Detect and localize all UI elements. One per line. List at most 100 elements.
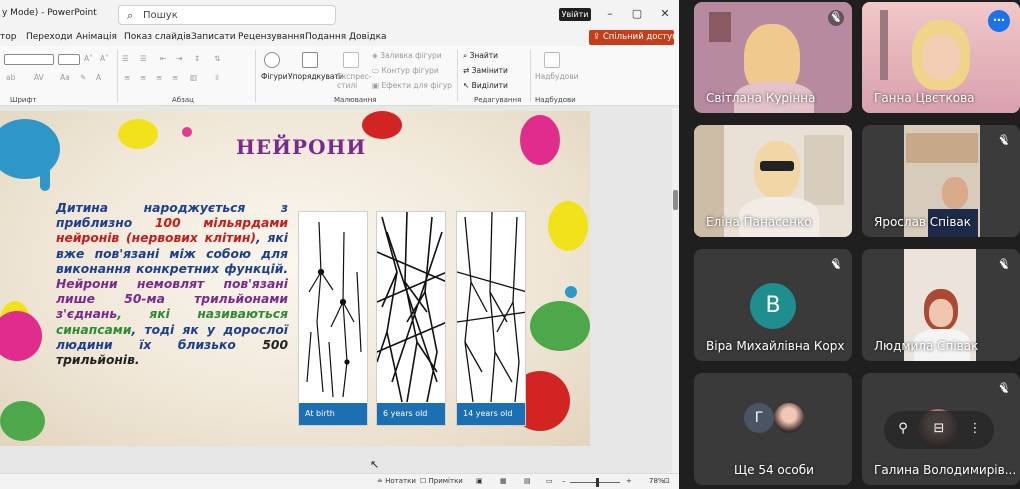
normal-view-icon[interactable]: ▣ bbox=[476, 477, 483, 485]
search-input[interactable]: ⌕ Пошук bbox=[118, 5, 336, 25]
line-spacing-icon[interactable]: ↕ bbox=[194, 54, 200, 63]
select-button[interactable]: ↖ Виділити bbox=[463, 81, 508, 90]
participant-video bbox=[804, 135, 844, 205]
highlight-icon[interactable]: ✎ bbox=[80, 73, 86, 82]
participant-tile[interactable]: 🎙 Світлана Курінна bbox=[694, 2, 852, 113]
scrollbar-thumb[interactable] bbox=[673, 190, 678, 210]
separator bbox=[457, 50, 458, 102]
align-left-icon[interactable]: ≡ bbox=[124, 73, 130, 82]
more-options-icon[interactable]: ⋯ bbox=[988, 10, 1010, 32]
find-button[interactable]: ⌕ Знайти bbox=[463, 51, 498, 61]
pin-icon[interactable]: ⚲ bbox=[894, 421, 912, 436]
drawing-group-label: Малювання bbox=[334, 96, 377, 104]
shrink-font-icon[interactable]: A˅ bbox=[100, 54, 109, 63]
strikethrough-icon[interactable]: ab bbox=[6, 73, 15, 82]
char-spacing-icon[interactable]: AV bbox=[34, 73, 44, 82]
more-participants-tile[interactable]: Г Ще 54 особи bbox=[694, 373, 852, 485]
text-direction-icon[interactable]: ⇅ bbox=[214, 54, 220, 63]
tab-slideshow[interactable]: Показ слайдів bbox=[124, 32, 191, 42]
shape-effects-button[interactable]: ▣ Ефекти для фігур bbox=[372, 81, 452, 90]
align-right-icon[interactable]: ≡ bbox=[156, 73, 162, 82]
columns-icon[interactable]: ▥ bbox=[190, 73, 197, 82]
bullets-icon[interactable]: ☰ bbox=[122, 54, 129, 63]
title-bar: y Mode) - PowerPoint ⌕ Пошук Увійти – ▢ … bbox=[0, 0, 679, 29]
mic-off-icon: 🎙 bbox=[828, 10, 844, 26]
sign-in-button[interactable]: Увійти bbox=[559, 8, 591, 21]
separator bbox=[255, 50, 256, 102]
participant-name: Ганна Цвєткова bbox=[874, 91, 975, 105]
decrease-indent-icon[interactable]: ⇤ bbox=[160, 54, 166, 63]
font-color-icon[interactable]: A bbox=[96, 73, 101, 82]
window-title: y Mode) - PowerPoint bbox=[2, 8, 97, 18]
shape-outline-label: Контур фігури bbox=[381, 66, 439, 75]
panel-caption: At birth bbox=[299, 403, 367, 425]
align-center-icon[interactable]: ≡ bbox=[140, 73, 146, 82]
mouse-cursor-icon: ↖ bbox=[370, 458, 380, 471]
notes-button[interactable]: ≐ Нотатки bbox=[377, 477, 416, 485]
increase-indent-icon[interactable]: ⇥ bbox=[176, 54, 182, 63]
participant-tile[interactable]: Еліна Панасенко bbox=[694, 125, 852, 237]
slideshow-view-icon[interactable]: ▭ bbox=[546, 477, 553, 485]
maximize-icon[interactable]: ▢ bbox=[629, 7, 645, 20]
find-icon: ⌕ bbox=[463, 51, 470, 60]
participant-tile[interactable]: ⋯ Ганна Цвєткова bbox=[862, 2, 1020, 113]
numbering-icon[interactable]: ☰ bbox=[140, 54, 147, 63]
slide[interactable]: НЕЙРОНИ Дитина народжується з приблизно … bbox=[0, 111, 590, 446]
fit-to-window-icon[interactable]: ⊡ bbox=[664, 477, 670, 485]
minimize-icon[interactable]: – bbox=[602, 7, 618, 20]
slide-sorter-icon[interactable]: ▦ bbox=[500, 477, 507, 485]
quick-styles-button[interactable]: Експрес-стилі bbox=[337, 72, 372, 90]
justify-icon[interactable]: ≡ bbox=[172, 73, 178, 82]
ribbon-tabs: тор Переходи Анімація Показ слайдів Запи… bbox=[0, 29, 679, 46]
replace-button[interactable]: ⇄ Замінити bbox=[463, 66, 508, 75]
tab-design[interactable]: тор bbox=[0, 32, 16, 42]
participant-tile[interactable]: ⚲ ⊟ ⋮ 🎙 Галина Володимирів... bbox=[862, 373, 1020, 485]
tab-review[interactable]: Рецензування bbox=[238, 32, 305, 42]
participant-video bbox=[906, 133, 978, 163]
shape-effects-label: Ефекти для фігур bbox=[381, 81, 452, 90]
mic-off-icon: 🎙 bbox=[828, 257, 844, 273]
separator bbox=[117, 50, 118, 102]
notes-label: Нотатки bbox=[385, 477, 416, 485]
reading-view-icon[interactable]: ▤ bbox=[524, 477, 531, 485]
font-size-dropdown[interactable] bbox=[58, 54, 80, 65]
more-participants-label: Ще 54 особи bbox=[734, 463, 814, 477]
tab-help[interactable]: Довідка bbox=[349, 32, 387, 42]
font-name-dropdown[interactable] bbox=[4, 54, 54, 65]
tab-animation[interactable]: Анімація bbox=[76, 32, 117, 42]
zoom-slider-knob[interactable] bbox=[596, 478, 599, 487]
more-vert-icon[interactable]: ⋮ bbox=[966, 421, 984, 436]
arrange-button[interactable]: Упорядкувати bbox=[288, 72, 344, 81]
grow-font-icon[interactable]: A˄ bbox=[84, 54, 93, 63]
participant-tile[interactable]: 🎙 Людмила Співак bbox=[862, 249, 1020, 361]
shapes-button[interactable]: Фігури bbox=[261, 72, 288, 81]
tab-record[interactable]: Записати bbox=[191, 32, 236, 42]
participant-video bbox=[922, 34, 960, 80]
change-case-icon[interactable]: Aa bbox=[60, 73, 70, 82]
tab-view[interactable]: Подання bbox=[305, 32, 346, 42]
vertical-scrollbar[interactable] bbox=[672, 108, 679, 473]
zoom-slider[interactable] bbox=[570, 482, 620, 483]
participant-name: Галина Володимирів... bbox=[874, 463, 1017, 477]
remove-icon[interactable]: ⊟ bbox=[930, 421, 948, 436]
shape-outline-button[interactable]: ▭ Контур фігури bbox=[372, 66, 439, 75]
notes-icon: ≐ bbox=[377, 477, 386, 485]
blue-dot bbox=[565, 286, 577, 298]
shape-fill-button[interactable]: ◈ Заливка фігури bbox=[372, 51, 442, 60]
zoom-level[interactable]: 78% bbox=[649, 477, 665, 485]
participant-tile[interactable]: В 🎙 Віра Михайлівна Корх bbox=[694, 249, 852, 361]
comments-button[interactable]: ☐ Примітки bbox=[420, 477, 463, 485]
select-icon: ↖ bbox=[463, 81, 472, 90]
close-icon[interactable]: ✕ bbox=[657, 7, 673, 20]
zoom-in-icon[interactable]: + bbox=[626, 477, 632, 485]
search-icon: ⌕ bbox=[127, 9, 134, 22]
comments-icon: ☐ bbox=[420, 477, 429, 485]
align-text-icon[interactable]: ⇳ bbox=[214, 73, 220, 82]
zoom-out-icon[interactable]: – bbox=[562, 477, 566, 485]
participant-tile[interactable]: 🎙 Ярослав Співак bbox=[862, 125, 1020, 237]
addins-button[interactable]: Надбудови bbox=[535, 72, 579, 81]
screen: y Mode) - PowerPoint ⌕ Пошук Увійти – ▢ … bbox=[0, 0, 1020, 489]
tab-transitions[interactable]: Переходи bbox=[26, 32, 72, 42]
share-button[interactable]: ⇪ Спільний доступ bbox=[589, 30, 678, 45]
mic-off-icon: 🎙 bbox=[996, 257, 1012, 273]
